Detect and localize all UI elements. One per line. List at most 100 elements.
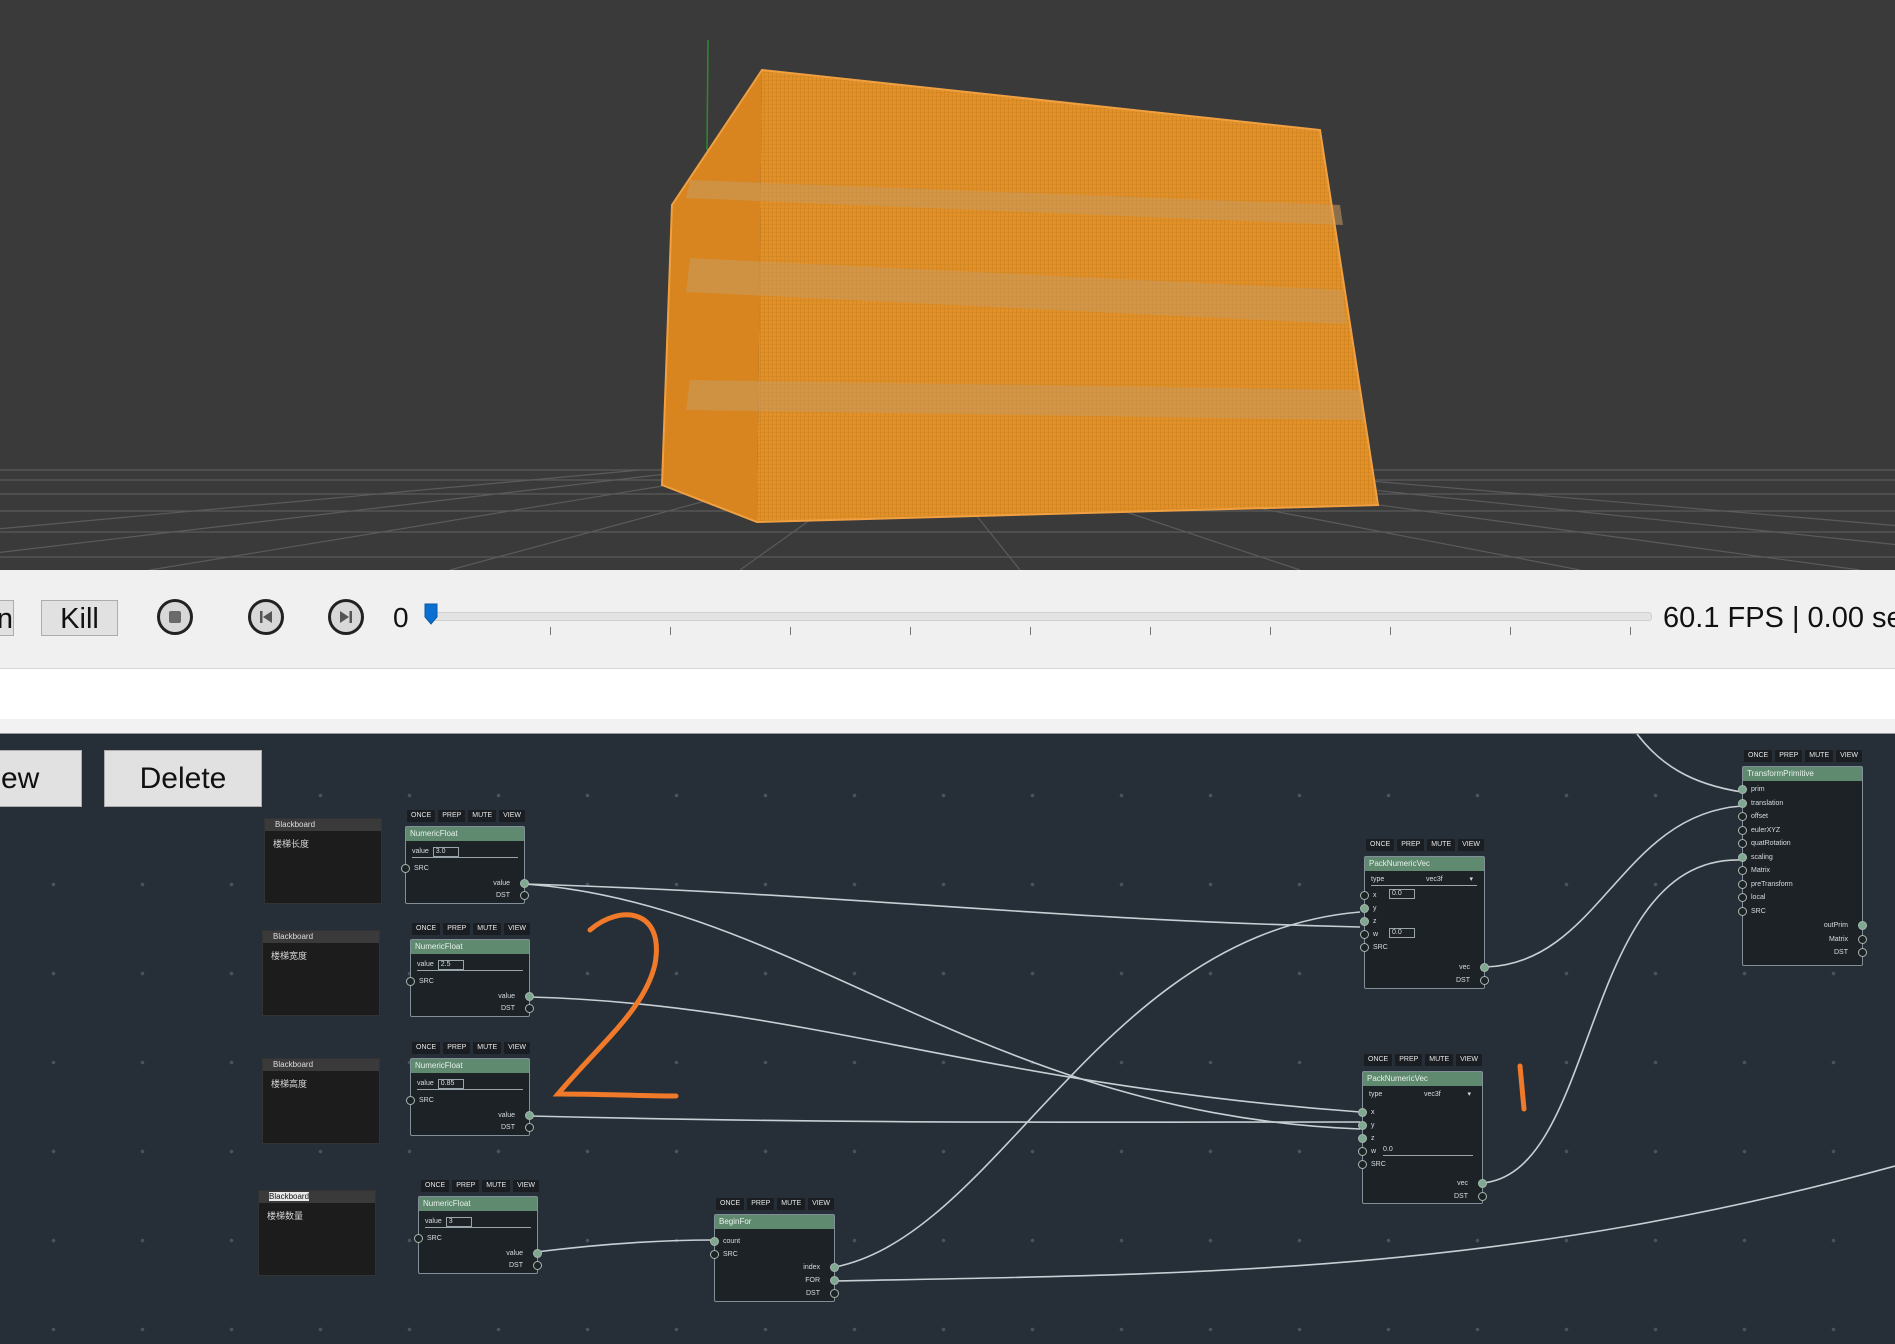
- slider-thumb[interactable]: [424, 603, 438, 625]
- w-field[interactable]: 0.0: [1383, 1145, 1473, 1156]
- once-badge[interactable]: ONCE: [1366, 839, 1395, 851]
- mute-badge[interactable]: MUTE: [482, 1180, 511, 1192]
- prep-badge[interactable]: PREP: [1395, 1054, 1423, 1066]
- port-count[interactable]: [710, 1237, 719, 1246]
- prep-badge[interactable]: PREP: [1397, 839, 1425, 851]
- prep-badge[interactable]: PREP: [1775, 750, 1803, 762]
- node-numeric-float-count[interactable]: NumericFloat value 3 SRC value DST: [414, 1196, 542, 1274]
- value-field[interactable]: value 0.85: [417, 1079, 523, 1090]
- mute-badge[interactable]: MUTE: [473, 1042, 502, 1054]
- value-field[interactable]: value 3: [425, 1217, 531, 1228]
- step-back-button[interactable]: [248, 599, 284, 635]
- node-numeric-float-width[interactable]: NumericFloat value 2.5 SRC value DST: [406, 939, 534, 1017]
- once-badge[interactable]: ONCE: [716, 1198, 745, 1210]
- panel-splitter[interactable]: [0, 719, 1895, 734]
- port-dst[interactable]: [830, 1289, 839, 1298]
- node-graph-editor[interactable]: ew Delete Blackboard 楼梯长度 Blackboard 楼梯宽…: [0, 734, 1895, 1344]
- value-field[interactable]: value 2.5: [417, 960, 523, 971]
- view-badge[interactable]: VIEW: [808, 1198, 835, 1210]
- prep-badge[interactable]: PREP: [443, 923, 471, 935]
- port-in[interactable]: [1738, 839, 1747, 848]
- kill-button[interactable]: Kill: [41, 600, 118, 636]
- frame-slider[interactable]: [430, 612, 1652, 621]
- node-numeric-float-length[interactable]: NumericFloat value 3.0 SRC value DST: [401, 826, 529, 904]
- port-in[interactable]: [1738, 825, 1747, 835]
- port-value-out[interactable]: [525, 992, 534, 1001]
- run-button[interactable]: n: [0, 600, 14, 636]
- port-dst[interactable]: [1478, 1192, 1487, 1201]
- port-for[interactable]: [830, 1276, 839, 1285]
- port-src[interactable]: [406, 1096, 415, 1105]
- prep-badge[interactable]: PREP: [438, 810, 466, 822]
- type-select[interactable]: type vec3f ▾: [1371, 875, 1477, 886]
- port-src[interactable]: [401, 864, 410, 873]
- port-z[interactable]: [1360, 917, 1369, 926]
- w-field[interactable]: 0.0: [1385, 928, 1475, 938]
- mute-badge[interactable]: MUTE: [473, 923, 502, 935]
- port-out[interactable]: [1858, 948, 1867, 957]
- port-w[interactable]: [1358, 1147, 1367, 1156]
- port-value-out[interactable]: [520, 879, 529, 888]
- mute-badge[interactable]: MUTE: [1427, 839, 1456, 851]
- port-dst[interactable]: [525, 1004, 534, 1013]
- port-in[interactable]: [1738, 879, 1747, 889]
- view-badge[interactable]: VIEW: [513, 1180, 540, 1192]
- once-badge[interactable]: ONCE: [1744, 750, 1773, 762]
- view-badge[interactable]: VIEW: [1836, 750, 1863, 762]
- port-dst[interactable]: [520, 891, 529, 900]
- port-dst[interactable]: [525, 1123, 534, 1132]
- prep-badge[interactable]: PREP: [747, 1198, 775, 1210]
- port-in[interactable]: [1738, 785, 1747, 794]
- prep-badge[interactable]: PREP: [443, 1042, 471, 1054]
- view-badge[interactable]: VIEW: [1458, 839, 1485, 851]
- port-index[interactable]: [830, 1263, 839, 1272]
- view-badge[interactable]: VIEW: [499, 810, 526, 822]
- port-in[interactable]: [1738, 866, 1747, 875]
- port-dst[interactable]: [533, 1261, 542, 1270]
- node-transform-primitive[interactable]: TransformPrimitive prim translation offset…: [1738, 766, 1867, 966]
- node-numeric-float-height[interactable]: NumericFloat value 0.85 SRC value DST: [406, 1058, 534, 1136]
- value-field[interactable]: value 3.0: [412, 847, 518, 858]
- port-src[interactable]: [1360, 943, 1369, 952]
- 3d-viewport[interactable]: [0, 0, 1895, 570]
- blackboard-length[interactable]: Blackboard 楼梯长度: [264, 818, 382, 904]
- delete-button[interactable]: Delete: [104, 750, 262, 807]
- port-y[interactable]: [1358, 1121, 1367, 1130]
- port-out[interactable]: [1858, 934, 1867, 944]
- mute-badge[interactable]: MUTE: [777, 1198, 806, 1210]
- once-badge[interactable]: ONCE: [412, 1042, 441, 1054]
- port-src[interactable]: [1358, 1160, 1367, 1169]
- blackboard-width[interactable]: Blackboard 楼梯宽度: [262, 930, 380, 1016]
- blackboard-count[interactable]: Blackboard 楼梯数量: [258, 1190, 376, 1276]
- port-dst[interactable]: [1480, 976, 1489, 985]
- view-badge[interactable]: VIEW: [504, 923, 531, 935]
- mute-badge[interactable]: MUTE: [1805, 750, 1834, 762]
- x-field[interactable]: 0.0: [1385, 889, 1475, 899]
- node-pack-numeric-vec-translation[interactable]: PackNumericVec type vec3f ▾ x 0.0 y z w 0.…: [1360, 856, 1489, 989]
- mute-badge[interactable]: MUTE: [468, 810, 497, 822]
- prep-badge[interactable]: PREP: [452, 1180, 480, 1192]
- new-button[interactable]: ew: [0, 750, 82, 807]
- port-w[interactable]: [1360, 930, 1369, 939]
- node-begin-for[interactable]: BeginFor count SRC index FOR DST: [710, 1214, 839, 1302]
- port-value-out[interactable]: [525, 1111, 534, 1120]
- once-badge[interactable]: ONCE: [412, 923, 441, 935]
- once-badge[interactable]: ONCE: [1364, 1054, 1393, 1066]
- port-in[interactable]: [1738, 812, 1747, 821]
- mute-badge[interactable]: MUTE: [1425, 1054, 1454, 1066]
- port-x[interactable]: [1360, 891, 1369, 900]
- port-vec[interactable]: [1478, 1179, 1487, 1188]
- port-in[interactable]: [1738, 852, 1747, 862]
- port-vec[interactable]: [1480, 963, 1489, 972]
- port-src[interactable]: [710, 1250, 719, 1259]
- port-src[interactable]: [406, 977, 415, 986]
- port-in[interactable]: [1738, 906, 1747, 916]
- once-badge[interactable]: ONCE: [407, 810, 436, 822]
- view-badge[interactable]: VIEW: [504, 1042, 531, 1054]
- port-out[interactable]: [1858, 921, 1867, 930]
- port-in[interactable]: [1738, 893, 1747, 902]
- step-forward-button[interactable]: [328, 599, 364, 635]
- port-y[interactable]: [1360, 904, 1369, 913]
- port-x[interactable]: [1358, 1108, 1367, 1117]
- type-select[interactable]: type vec3f ▾: [1369, 1090, 1475, 1100]
